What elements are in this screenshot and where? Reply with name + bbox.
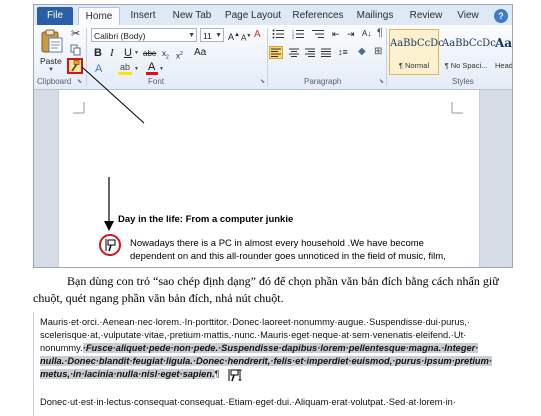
paragraph-line: scelerisque·at,·vulputate·vitae,·pretium… — [40, 330, 467, 340]
paragraph-line: metus,·in·lacinia·nulla·nisl·eget·sapien… — [40, 368, 220, 380]
ribbon-screenshot: File Home Insert New Tab Page Layout Ref… — [33, 4, 513, 268]
selected-text[interactable]: nulla.·Donec·blandit·feugiat·ligula.·Don… — [40, 356, 492, 366]
plain-text: nonummy. — [40, 343, 83, 353]
paragraph-line: nulla.·Donec·blandit·feugiat·ligula.·Don… — [40, 355, 492, 367]
document-line: dependent on and this all-rounder goes u… — [130, 251, 446, 262]
paragraph-line: Donec·ut·est·in·lectus·consequat·consequ… — [40, 397, 456, 407]
document-screenshot: Mauris·et·orci.·Aenean·nec·lorem.·In·por… — [33, 312, 512, 416]
document-line: Nowadays there is a PC in almost every h… — [130, 238, 424, 249]
caption-paragraph: Bạn dùng con trỏ “sao chép định dạng” đó… — [33, 274, 499, 305]
paragraph-line: nonummy.·Fusce·aliquet·pede·non·pede.·Su… — [40, 342, 479, 354]
format-painter-cursor-icon — [105, 239, 116, 252]
annotation-overlay — [81, 66, 145, 256]
paragraph-line: Mauris·et·orci.·Aenean·nec·lorem.·In·por… — [40, 317, 470, 327]
selected-text[interactable]: metus,·in·lacinia·nulla·nisl·eget·sapien… — [40, 369, 215, 379]
pilcrow-mark: ¶ — [214, 369, 220, 379]
document-heading: Day in the life: From a computer junkie — [118, 214, 294, 225]
format-painter-cursor-icon — [228, 369, 242, 382]
selected-text[interactable]: ·Fusce·aliquet·pede·non·pede.·Suspendiss… — [82, 343, 479, 353]
